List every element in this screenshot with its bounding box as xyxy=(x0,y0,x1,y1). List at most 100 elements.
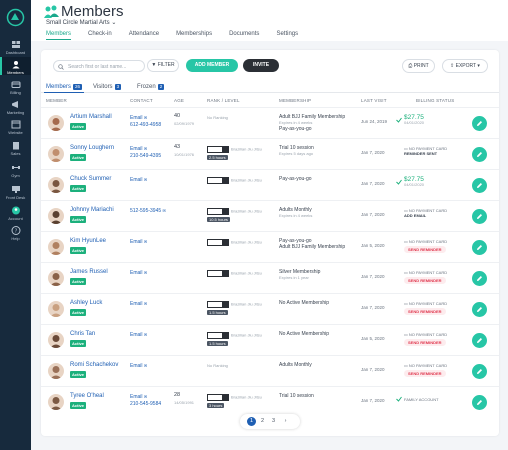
email-link[interactable]: Email xyxy=(130,332,143,338)
col-last-visit[interactable]: LAST VISIT xyxy=(361,98,387,103)
billing-label: NO PAYMENT CARD xyxy=(408,363,448,368)
member-name[interactable]: James Russel xyxy=(70,269,108,275)
org-selector[interactable]: Small Circle Martial Arts ⌄ xyxy=(46,19,116,26)
export-button[interactable]: ⇪ EXPORT ▾ xyxy=(442,59,488,73)
table-row[interactable]: Kim HyunLee Active Email ✉ Brazilian Jiu Ji… xyxy=(41,231,499,262)
billing-label: NO PAYMENT CARD xyxy=(408,332,448,337)
email-link[interactable]: Email xyxy=(130,239,143,245)
avatar[interactable] xyxy=(48,115,64,131)
send-reminder-button[interactable]: SEND REMINDER xyxy=(404,339,446,346)
billing-status: ▭ NO PAYMENT CARD REMINDER SENT xyxy=(404,146,447,156)
sidebar-item-website[interactable]: Website xyxy=(0,118,31,135)
sidebar-item-marketing[interactable]: Marketing xyxy=(0,98,31,115)
table-row[interactable]: Chris Tan Active Email ✉ Brazilian Jiu Jits… xyxy=(41,324,499,355)
edit-button[interactable] xyxy=(472,364,487,379)
edit-button[interactable] xyxy=(472,209,487,224)
sidebar-item-dashboard[interactable]: Dashboard xyxy=(0,38,31,55)
avatar[interactable] xyxy=(48,301,64,317)
sidebar-item-billing[interactable]: Billing xyxy=(0,78,31,95)
email-link[interactable]: Email xyxy=(130,115,143,121)
sidebar-item-sales[interactable]: Sales xyxy=(0,139,31,156)
col-member[interactable]: MEMBER xyxy=(46,98,67,103)
tab-documents[interactable]: Documents xyxy=(229,31,259,40)
email-link[interactable]: Email xyxy=(130,146,143,152)
member-name[interactable]: Kim HyunLee xyxy=(70,238,106,244)
sidebar-item-members[interactable]: Members xyxy=(0,57,31,75)
table-row[interactable]: Romi Schachekov Active Email ✉ No Ranking Ad… xyxy=(41,355,499,386)
table-row[interactable]: Chuck Summer Active Email ✉ Brazilian Jiu J… xyxy=(41,169,499,200)
edit-button[interactable] xyxy=(472,395,487,410)
email-link[interactable]: 512-595-3945 xyxy=(130,208,161,214)
member-name[interactable]: Chuck Summer xyxy=(70,176,111,182)
email-link[interactable]: Email xyxy=(130,363,143,369)
edit-button[interactable] xyxy=(472,147,487,162)
phone-link[interactable]: 210-545-9584 xyxy=(130,401,161,407)
sidebar-item-account[interactable]: Account xyxy=(0,204,31,221)
edit-button[interactable] xyxy=(472,271,487,286)
send-reminder-button[interactable]: SEND REMINDER xyxy=(404,277,446,284)
member-name[interactable]: Johnny Mariachi xyxy=(70,207,114,213)
sidebar-item-help[interactable]: ? Help xyxy=(0,224,31,241)
tab-memberships[interactable]: Memberships xyxy=(176,31,212,40)
edit-button[interactable] xyxy=(472,178,487,193)
email-link[interactable]: Email xyxy=(130,270,143,276)
member-name[interactable]: Chris Tan xyxy=(70,331,95,337)
rank-label: Brazilian Jiu Jitsu xyxy=(231,394,262,400)
tab-check-in[interactable]: Check-in xyxy=(88,31,112,40)
member-name[interactable]: Tyree O'heal xyxy=(70,393,104,399)
edit-button[interactable] xyxy=(472,302,487,317)
billing-note[interactable]: ADD EMAIL xyxy=(404,213,426,218)
membership-note: Expires in 4 weeks xyxy=(279,213,313,218)
edit-button[interactable] xyxy=(472,240,487,255)
member-name[interactable]: Romi Schachekov xyxy=(70,362,118,368)
sidebar-item-front-desk[interactable]: Front Desk xyxy=(0,183,31,200)
subtab-visitors[interactable]: Visitors 3 xyxy=(93,84,122,90)
page-3-button[interactable]: 3 xyxy=(269,417,278,426)
table-row[interactable]: Ashley Luck Active Email ✉ Brazilian Jiu Ji… xyxy=(41,293,499,324)
member-name[interactable]: Artium Marshall xyxy=(70,114,112,120)
page-1-button[interactable]: 1 xyxy=(247,417,256,426)
tab-settings[interactable]: Settings xyxy=(276,31,298,40)
send-reminder-button[interactable]: SEND REMINDER xyxy=(404,246,446,253)
edit-button[interactable] xyxy=(472,333,487,348)
email-link[interactable]: Email xyxy=(130,301,143,307)
tab-members[interactable]: Members xyxy=(46,31,72,40)
app-logo-icon[interactable] xyxy=(6,8,25,27)
print-button[interactable]: ⎙ PRINT xyxy=(402,59,435,73)
invite-button[interactable]: INVITE xyxy=(243,59,279,72)
subtab-frozen[interactable]: Frozen 2 xyxy=(137,84,165,90)
table-row[interactable]: James Russel Active Email ✉ Brazilian Jiu J… xyxy=(41,262,499,293)
phone-link[interactable]: 210-549-4395 xyxy=(130,153,161,159)
avatar[interactable] xyxy=(48,394,64,410)
avatar[interactable] xyxy=(48,208,64,224)
email-link[interactable]: Email xyxy=(130,394,143,400)
avatar[interactable] xyxy=(48,239,64,255)
member-name[interactable]: Ashley Luck xyxy=(70,300,102,306)
table-row[interactable]: Johnny Mariachi Active 512-595-3945 ✉ Brazi… xyxy=(41,200,499,231)
send-reminder-button[interactable]: SEND REMINDER xyxy=(404,308,446,315)
avatar[interactable] xyxy=(48,363,64,379)
tab-attendance[interactable]: Attendance xyxy=(129,31,159,40)
col-age[interactable]: AGE xyxy=(174,98,184,103)
edit-button[interactable] xyxy=(472,116,487,131)
table-row[interactable]: Tyree O'heal Active Email ✉ 210-545-9584 28 1… xyxy=(41,386,499,417)
filter-button[interactable]: ▼ FILTER xyxy=(147,59,179,72)
billing-status: ▭ NO PAYMENT CARD SEND REMINDER xyxy=(404,301,447,315)
send-reminder-button[interactable]: SEND REMINDER xyxy=(404,370,446,377)
table-row[interactable]: Sonny Loughern Active Email ✉ 210-549-4395 4… xyxy=(41,138,499,169)
add-member-button[interactable]: ADD MEMBER xyxy=(186,59,238,72)
page-2-button[interactable]: 2 xyxy=(258,417,267,426)
phone-link[interactable]: 612-493-4958 xyxy=(130,122,161,128)
subtab-members[interactable]: Members 26 xyxy=(43,84,85,93)
avatar[interactable] xyxy=(48,332,64,348)
sidebar-item-gym[interactable]: Gym xyxy=(0,161,31,178)
table-row[interactable]: Artium Marshall Active Email ✉ 612-493-4958… xyxy=(41,107,499,138)
search-input[interactable]: Search first or last name... xyxy=(53,60,145,72)
email-link[interactable]: Email xyxy=(130,177,143,183)
member-name[interactable]: Sonny Loughern xyxy=(70,145,114,151)
billing-note[interactable]: REMINDER SENT xyxy=(404,151,437,156)
next-page-button[interactable]: › xyxy=(281,417,290,426)
avatar[interactable] xyxy=(48,270,64,286)
avatar[interactable] xyxy=(48,177,64,193)
avatar[interactable] xyxy=(48,146,64,162)
